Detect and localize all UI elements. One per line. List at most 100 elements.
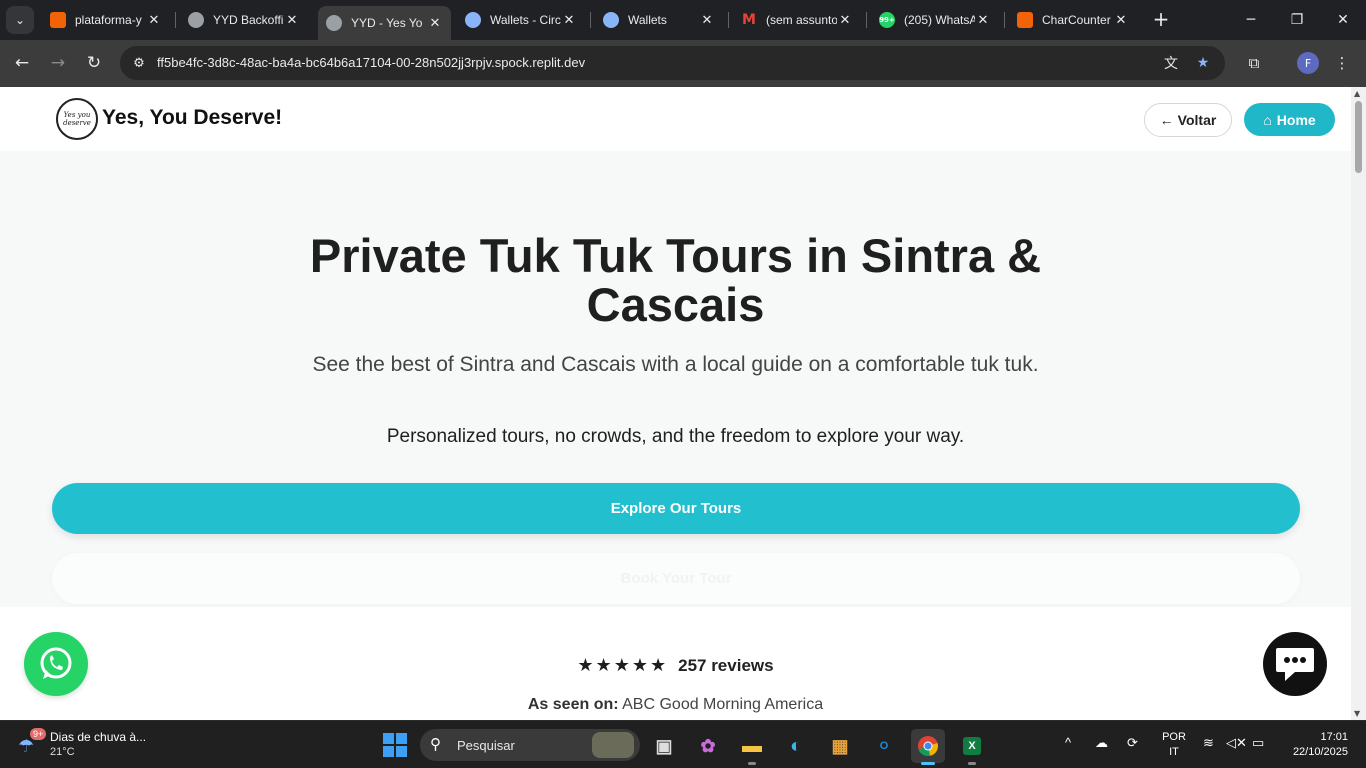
new-tab-button[interactable]: +: [1150, 8, 1172, 30]
back-button-label: Voltar: [1177, 112, 1217, 128]
close-icon[interactable]: ✕: [975, 13, 991, 28]
close-icon[interactable]: ✕: [146, 13, 162, 28]
gmail-icon: M: [742, 12, 756, 28]
address-bar[interactable]: ⚙ ff5be4fc-3d8c-48ac-ba4a-bc64b6a17104-0…: [120, 46, 1225, 80]
start-button[interactable]: [383, 733, 407, 757]
explore-tours-button[interactable]: Explore Our Tours: [52, 483, 1300, 534]
tab-charcounter[interactable]: CharCounter ✕: [1009, 6, 1137, 34]
home-button-label: Home: [1276, 111, 1316, 128]
tab-yyd-backoffice[interactable]: YYD Backoffi ✕: [180, 6, 308, 34]
hero-subtitle: See the best of Sintra and Cascais with …: [312, 353, 1039, 376]
tab-whatsapp[interactable]: 99+ (205) WhatsA ✕: [871, 6, 999, 34]
chrome-logo-icon: [918, 736, 938, 757]
battery-icon[interactable]: ▭: [1252, 735, 1264, 751]
task-view-icon[interactable]: ▣: [647, 729, 681, 763]
taskbar-search[interactable]: ⚲ Pesquisar: [420, 729, 640, 761]
weather-temp: 21°C: [50, 746, 75, 758]
bookmark-star-icon[interactable]: ★: [1193, 53, 1213, 73]
restore-button[interactable]: ❐: [1274, 0, 1320, 40]
close-window-button[interactable]: ✕: [1320, 0, 1366, 40]
wifi-icon[interactable]: ≋: [1203, 735, 1214, 751]
translate-icon[interactable]: 文: [1161, 53, 1181, 73]
search-icon: ⚲: [430, 736, 441, 753]
extensions-icon[interactable]: ⧉: [1243, 52, 1265, 74]
page-scrollbar[interactable]: ▲ ▼: [1351, 87, 1366, 720]
language-indicator[interactable]: POR IT: [1162, 730, 1186, 760]
close-icon[interactable]: ✕: [427, 16, 443, 31]
system-clock[interactable]: 17:01 22/10/2025: [1284, 730, 1348, 760]
reload-icon[interactable]: ↻: [81, 50, 107, 76]
windows-taskbar: ☂ 9+ Dias de chuva à... 21°C ⚲ Pesquisar…: [0, 720, 1366, 768]
excel-icon[interactable]: X: [955, 729, 989, 765]
sync-icon[interactable]: ⟳: [1127, 735, 1138, 751]
tray-chevron-icon[interactable]: ^: [1065, 735, 1071, 750]
seen-on-value: ABC Good Morning America: [622, 696, 824, 713]
weather-widget[interactable]: ☂ 9+ Dias de chuva à... 21°C: [16, 728, 166, 762]
tab-title: CharCounter: [1042, 13, 1111, 27]
tab-search-button[interactable]: ⌄: [6, 6, 34, 34]
tab-title: plataforma-y: [75, 13, 142, 27]
scroll-up-icon[interactable]: ▲: [1354, 89, 1360, 98]
forward-arrow-icon[interactable]: →: [45, 50, 71, 76]
arrow-left-icon: ←: [1159, 112, 1174, 128]
excel-logo: X: [963, 737, 981, 755]
home-button[interactable]: ⌂ Home: [1244, 103, 1335, 136]
charcounter-icon: [1017, 12, 1033, 28]
chat-bubble-icon: [1276, 648, 1314, 681]
close-icon[interactable]: ✕: [284, 13, 300, 28]
notification-badge: 9+: [30, 728, 47, 740]
reviews-count: 257 reviews: [678, 655, 774, 675]
url-text[interactable]: ff5be4fc-3d8c-48ac-ba4a-bc64b6a17104-00-…: [157, 55, 585, 70]
site-info-icon[interactable]: ⚙: [128, 52, 150, 74]
whatsapp-float-button[interactable]: [24, 632, 88, 696]
site-logo[interactable]: Yes you deserve: [56, 98, 98, 140]
tab-title: YYD - Yes Yo: [351, 16, 423, 30]
hero-title: Private Tuk Tuk Tours in Sintra & Cascai…: [309, 229, 1042, 331]
circle-icon: [465, 12, 481, 28]
onedrive-icon[interactable]: ☁: [1095, 735, 1108, 751]
clock-time: 17:01: [1320, 731, 1348, 743]
seen-on-label: As seen on:: [527, 696, 619, 713]
scroll-thumb[interactable]: [1355, 101, 1362, 173]
rating-stars: ★★★★★: [577, 655, 669, 675]
close-icon[interactable]: ✕: [561, 13, 577, 28]
back-button[interactable]: ← Voltar: [1144, 103, 1232, 137]
hero-tagline: Personalized tours, no crowds, and the f…: [386, 426, 965, 447]
tab-wallets[interactable]: Wallets ✕: [595, 6, 723, 34]
weather-title: Dias de chuva à...: [50, 730, 147, 744]
file-explorer-icon[interactable]: ▬: [735, 729, 769, 765]
seen-on: As seen on: ABC Good Morning America: [0, 696, 1351, 714]
tab-plataforma[interactable]: plataforma-y ✕: [42, 6, 170, 34]
volume-muted-icon[interactable]: ◁✕: [1226, 735, 1247, 751]
book-tour-button[interactable]: Book Your Tour: [52, 553, 1300, 604]
minimize-button[interactable]: ─: [1228, 0, 1274, 40]
edge-icon[interactable]: ◐: [779, 729, 813, 763]
tab-strip: ⌄ plataforma-y ✕ YYD Backoffi ✕ YYD - Ye…: [0, 0, 1366, 40]
whatsapp-icon: [40, 647, 72, 679]
close-icon[interactable]: ✕: [699, 13, 715, 28]
brand-name: Yes, You Deserve!: [102, 106, 283, 129]
browser-toolbar: ← → ↻ ⚙ ff5be4fc-3d8c-48ac-ba4a-bc64b6a1…: [0, 40, 1366, 87]
tab-gmail[interactable]: M (sem assunto ✕: [733, 6, 861, 34]
search-highlight-image: [592, 732, 634, 758]
profile-avatar[interactable]: F: [1297, 52, 1319, 74]
circle-icon: [603, 12, 619, 28]
page-viewport: Yes you deserve Yes, You Deserve! ← Volt…: [0, 87, 1351, 720]
scroll-down-icon[interactable]: ▼: [1354, 709, 1360, 718]
outlook-icon[interactable]: O: [867, 729, 901, 763]
back-arrow-icon[interactable]: ←: [9, 50, 35, 76]
tab-title: Wallets: [628, 13, 667, 27]
store-icon[interactable]: ▦: [823, 729, 857, 763]
m365-copilot-icon[interactable]: ✿: [691, 729, 725, 763]
menu-kebab-icon[interactable]: ⋮: [1331, 52, 1353, 74]
tab-yyd-active[interactable]: YYD - Yes Yo ✕: [318, 6, 451, 40]
tab-wallets-circle[interactable]: Wallets - Circ ✕: [457, 6, 585, 34]
tab-title: (205) WhatsA: [904, 13, 975, 27]
umbrella-icon: ☂: [18, 736, 35, 756]
house-icon: ⌂: [1263, 111, 1272, 128]
chat-float-button[interactable]: [1263, 632, 1327, 696]
chrome-icon[interactable]: [911, 729, 945, 765]
close-icon[interactable]: ✕: [1113, 13, 1129, 28]
site-header: Yes you deserve Yes, You Deserve! ← Volt…: [0, 87, 1351, 151]
close-icon[interactable]: ✕: [837, 13, 853, 28]
